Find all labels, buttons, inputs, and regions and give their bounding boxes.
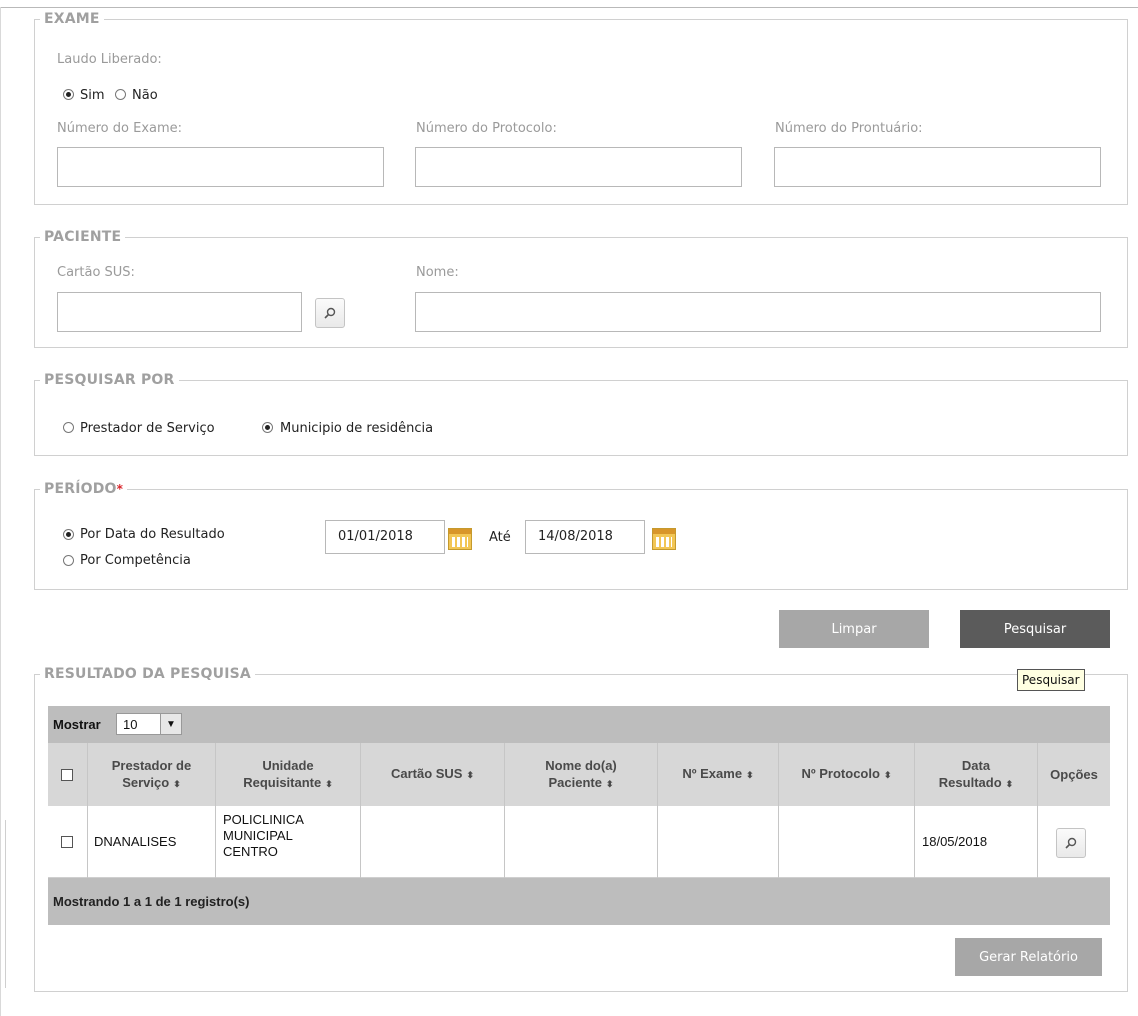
- top-border: [0, 7, 1138, 8]
- sort-icon[interactable]: ⬍: [466, 770, 474, 780]
- sort-icon[interactable]: ⬍: [884, 770, 892, 780]
- por-data-resultado-label[interactable]: Por Data do Resultado: [80, 527, 225, 542]
- search-icon: [324, 307, 336, 319]
- prestador-servico-label[interactable]: Prestador de Serviço: [80, 421, 215, 436]
- col-nome-paciente[interactable]: Nome do(a) Paciente ⬍: [505, 743, 657, 806]
- prestador-servico-radio[interactable]: [63, 422, 74, 433]
- gerar-relatorio-button[interactable]: Gerar Relatório: [955, 938, 1102, 976]
- por-data-resultado-radio[interactable]: [63, 529, 74, 540]
- required-mark: *: [116, 482, 124, 496]
- laudo-sim-radio[interactable]: [63, 89, 74, 100]
- col-unidade[interactable]: Unidade Requisitante ⬍: [216, 743, 360, 806]
- pesquisar-por-title: PESQUISAR POR: [40, 371, 179, 389]
- cell-unidade: POLICLINICA MUNICIPAL CENTRO: [223, 812, 304, 859]
- municipio-residencia-label[interactable]: Municipio de residência: [280, 421, 433, 436]
- chevron-down-icon[interactable]: ▼: [160, 714, 181, 734]
- page-size-select[interactable]: 10 ▼: [116, 713, 182, 735]
- mostrar-label: Mostrar: [53, 717, 101, 732]
- data-inicio-input[interactable]: 01/01/2018: [325, 520, 445, 554]
- numero-protocolo-input[interactable]: [415, 147, 742, 187]
- sort-icon[interactable]: ⬍: [325, 779, 333, 789]
- pesquisar-button[interactable]: Pesquisar: [960, 610, 1110, 648]
- resultado-title: RESULTADO DA PESQUISA: [40, 665, 255, 683]
- laudo-sim-label[interactable]: Sim: [80, 88, 105, 103]
- data-fim-input[interactable]: 14/08/2018: [525, 520, 645, 554]
- paciente-title: PACIENTE: [40, 228, 126, 246]
- page-size-value: 10: [123, 717, 138, 732]
- numero-protocolo-label: Número do Protocolo:: [416, 121, 557, 136]
- row-checkbox[interactable]: [61, 836, 73, 848]
- laudo-liberado-label: Laudo Liberado:: [57, 52, 162, 67]
- cartao-sus-label: Cartão SUS:: [57, 265, 135, 280]
- select-all-checkbox[interactable]: [61, 769, 73, 781]
- col-data-resultado[interactable]: Data Resultado ⬍: [915, 743, 1037, 806]
- left-border: [0, 7, 1, 1016]
- laudo-nao-radio[interactable]: [115, 89, 126, 100]
- ate-label: Até: [489, 530, 511, 545]
- por-competencia-label[interactable]: Por Competência: [80, 553, 191, 568]
- cell-data-resultado: 18/05/2018: [922, 834, 988, 849]
- numero-prontuario-label: Número do Prontuário:: [775, 121, 923, 136]
- periodo-title: PERÍODO*: [40, 480, 128, 498]
- calendar-icon-inicio[interactable]: [448, 528, 472, 550]
- por-competencia-radio[interactable]: [63, 555, 74, 566]
- col-prestador[interactable]: Prestador de Serviço ⬍: [88, 743, 215, 806]
- col-numero-exame[interactable]: Nº Exame ⬍: [658, 743, 778, 806]
- sort-icon[interactable]: ⬍: [746, 770, 754, 780]
- exame-title: EXAME: [40, 10, 104, 28]
- table-toolbar: [48, 706, 1110, 743]
- col-opcoes: Opções: [1050, 767, 1098, 782]
- municipio-residencia-radio[interactable]: [262, 422, 273, 433]
- numero-exame-input[interactable]: [57, 147, 384, 187]
- view-exam-button[interactable]: [1056, 828, 1086, 858]
- limpar-button[interactable]: Limpar: [779, 610, 929, 648]
- pesquisar-por-section: PESQUISAR POR: [34, 371, 1128, 456]
- pesquisar-tooltip: Pesquisar: [1017, 669, 1085, 691]
- calendar-icon-fim[interactable]: [652, 528, 676, 550]
- search-icon: [1065, 837, 1077, 849]
- laudo-nao-label[interactable]: Não: [132, 88, 158, 103]
- sort-icon[interactable]: ⬍: [606, 779, 614, 789]
- nome-input[interactable]: [415, 292, 1101, 332]
- col-numero-protocolo[interactable]: Nº Protocolo ⬍: [779, 743, 914, 806]
- table-footer-info: Mostrando 1 a 1 de 1 registro(s): [53, 894, 250, 909]
- sort-icon[interactable]: ⬍: [173, 779, 181, 789]
- left-scroll-mark: [5, 820, 6, 988]
- numero-exame-label: Número do Exame:: [57, 121, 183, 136]
- cartao-sus-input[interactable]: [57, 292, 302, 332]
- col-cartao-sus[interactable]: Cartão SUS ⬍: [361, 743, 504, 806]
- sort-icon[interactable]: ⬍: [1006, 779, 1014, 789]
- nome-label: Nome:: [416, 265, 459, 280]
- cartao-search-button[interactable]: [315, 298, 345, 328]
- cell-prestador: DNANALISES: [94, 834, 177, 849]
- numero-prontuario-input[interactable]: [774, 147, 1101, 187]
